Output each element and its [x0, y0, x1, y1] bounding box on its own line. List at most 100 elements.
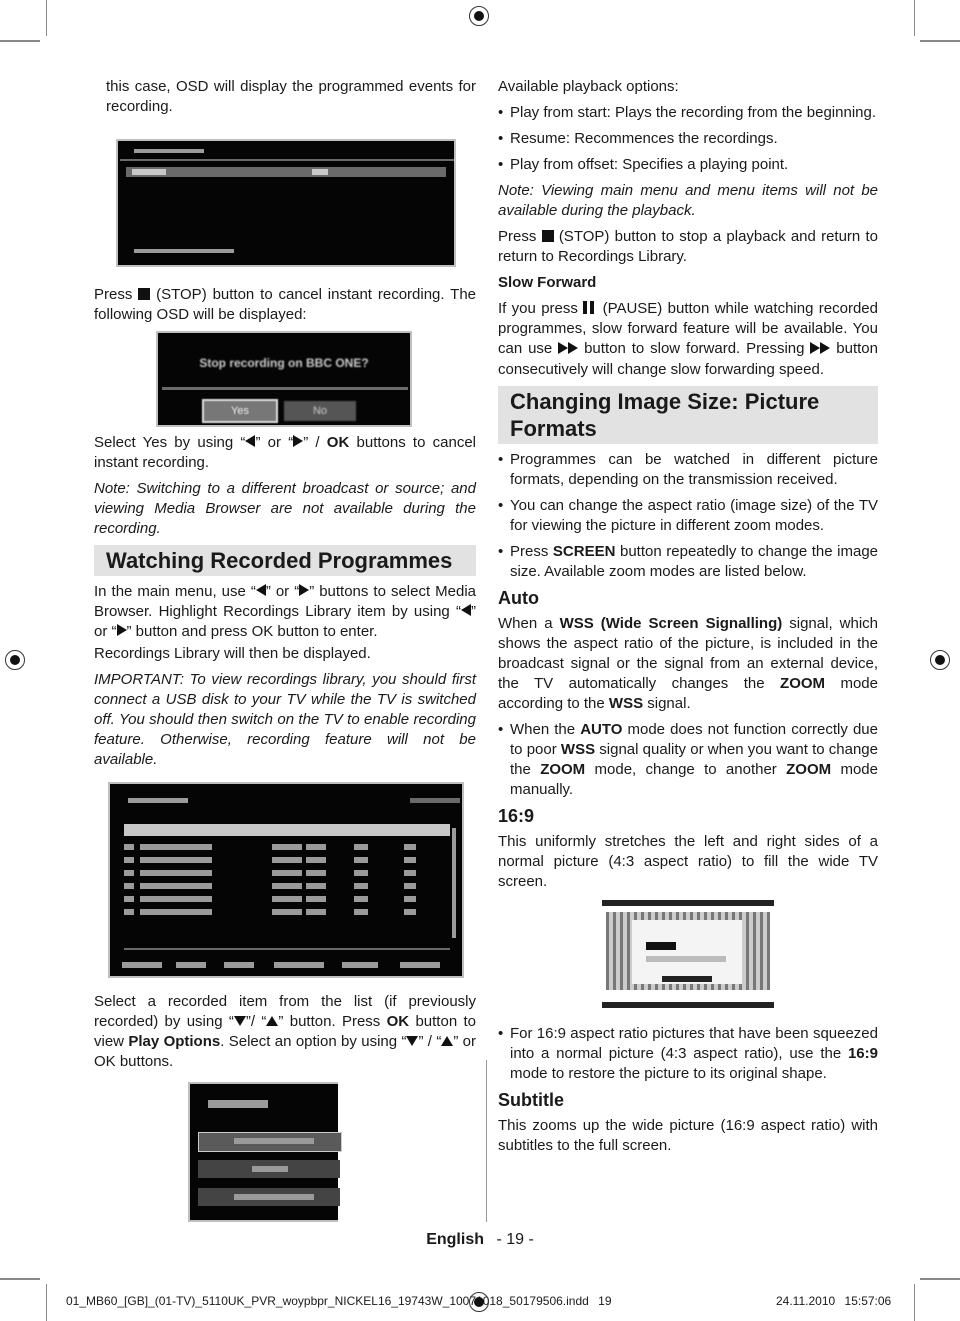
file-name: 01_MB60_[GB]_(01-TV)_5110UK_PVR_woypbpr_…	[66, 1294, 589, 1308]
select-yes-text: Select Yes by using “” or “” / OK button…	[94, 434, 477, 471]
press-stop-text: Press (STOP) button to cancel instant re…	[94, 286, 477, 323]
important-note: IMPORTANT: To view recordings library, y…	[94, 671, 476, 768]
osd-row-bar	[354, 844, 368, 850]
note-switching: Note: Switching to a different broadcast…	[94, 480, 476, 537]
osd-stop-recording-dialog: Stop recording on BBC ONE? Yes No	[156, 331, 412, 427]
stop-icon	[138, 288, 151, 300]
osd-row-bar	[272, 844, 302, 850]
heading-subtitle: Subtitle	[498, 1090, 564, 1110]
bullet-picture-formats: Programmes can be watched in different p…	[498, 450, 878, 490]
crop-mark	[920, 40, 960, 42]
osd-row-bar	[272, 909, 302, 915]
registration-mark-icon	[5, 650, 25, 670]
left-arrow-icon	[255, 584, 266, 596]
osd-row-bar	[404, 857, 416, 863]
language-label: English	[426, 1231, 484, 1248]
bullet-screen-button: Press SCREEN button repeatedly to change…	[498, 542, 878, 582]
bullet-auto-mode: When the AUTO mode does not function cor…	[498, 720, 878, 800]
crop-mark	[914, 0, 915, 36]
osd-row-bar	[124, 909, 134, 915]
heading-16-9: 16:9	[498, 806, 535, 826]
osd-row-bar	[124, 883, 134, 889]
main-menu-text: In the main menu, use “” or “” buttons t…	[94, 583, 476, 640]
down-arrow-icon	[406, 1036, 419, 1046]
osd-no-button: No	[284, 401, 356, 421]
osd-row-bar	[404, 870, 416, 876]
intro-text: this case, OSD will display the programm…	[106, 78, 476, 115]
pause-icon	[583, 301, 588, 314]
osd-row-bar	[272, 857, 302, 863]
osd-row-bar	[354, 857, 368, 863]
heading-auto: Auto	[498, 588, 539, 608]
slug-date: 24.11.2010	[776, 1294, 836, 1308]
bullet-16-9-restore: For 16:9 aspect ratio pictures that have…	[498, 1024, 878, 1084]
bullet-aspect-ratio: You can change the aspect ratio (image s…	[498, 496, 878, 536]
note-viewing-menu: Note: Viewing main menu and menu items w…	[498, 182, 878, 219]
slug-time: 15:57:06	[844, 1294, 892, 1308]
osd-row-bar	[404, 883, 416, 889]
right-column: Available playback options: Play from st…	[498, 77, 878, 1162]
osd-row-bar	[124, 844, 134, 850]
osd-row-bar	[124, 870, 134, 876]
library-displayed-text: Recordings Library will then be displaye…	[94, 645, 371, 662]
osd-row-bar	[404, 844, 416, 850]
osd-row-bar	[306, 844, 326, 850]
heading-slow-forward: Slow Forward	[498, 274, 597, 291]
picture-format-illustration	[602, 900, 774, 1008]
crop-mark	[0, 40, 40, 42]
page-number: - 19 -	[496, 1231, 534, 1248]
slow-forward-text: If you press (PAUSE) button while watchi…	[498, 300, 878, 378]
left-column: this case, OSD will display the programm…	[94, 77, 476, 1222]
auto-text: When a WSS (Wide Screen Signalling) sign…	[498, 615, 878, 712]
subtitle-text: This zooms up the wide picture (16:9 asp…	[498, 1117, 878, 1154]
option-resume: Resume: Recommences the recordings.	[498, 129, 878, 149]
option-play-from-start: Play from start: Plays the recording fro…	[498, 103, 878, 123]
osd-row-bar	[140, 896, 212, 902]
osd-yes-button: Yes	[202, 399, 278, 423]
osd-screenshot-timer-list	[116, 139, 456, 267]
osd-row-bar	[306, 870, 326, 876]
up-arrow-icon	[266, 1016, 279, 1026]
slug-line: 01_MB60_[GB]_(01-TV)_5110UK_PVR_woypbpr_…	[66, 1294, 612, 1308]
fast-forward-icon	[558, 340, 579, 360]
osd-row-bar	[140, 883, 212, 889]
column-divider	[486, 1060, 487, 1222]
osd-row-bar	[272, 883, 302, 889]
crop-mark	[46, 1284, 47, 1321]
osd-row-bar	[306, 909, 326, 915]
osd-row-bar	[354, 883, 368, 889]
crop-mark	[46, 0, 47, 36]
right-arrow-icon	[116, 624, 127, 636]
right-arrow-icon	[299, 584, 310, 596]
stop-icon	[541, 230, 554, 242]
fast-forward-icon	[810, 340, 831, 360]
select-item-text: Select a recorded item from the list (if…	[94, 993, 477, 1070]
osd-row-bar	[354, 870, 368, 876]
registration-mark-icon	[469, 1292, 489, 1312]
option-play-from-offset: Play from offset: Specifies a playing po…	[498, 155, 878, 175]
osd-row-bar	[272, 870, 302, 876]
osd-row-bar	[140, 857, 212, 863]
osd-row-bar	[124, 857, 134, 863]
osd-row-bar	[140, 844, 212, 850]
text-16-9: This uniformly stretches the left and ri…	[498, 833, 878, 890]
osd-row-bar	[404, 896, 416, 902]
crop-mark	[914, 1284, 915, 1321]
osd-row-bar	[306, 896, 326, 902]
osd-play-options	[188, 1082, 342, 1222]
osd-row-bar	[124, 896, 134, 902]
available-options-label: Available playback options:	[498, 78, 679, 95]
registration-mark-icon	[930, 650, 950, 670]
section-heading-watching-recorded: Watching Recorded Programmes	[94, 545, 476, 576]
osd-row-bar	[306, 857, 326, 863]
down-arrow-icon	[233, 1016, 246, 1026]
osd-row-bar	[404, 909, 416, 915]
up-arrow-icon	[441, 1036, 454, 1046]
file-page: 19	[598, 1294, 612, 1308]
left-arrow-icon	[461, 604, 471, 616]
right-arrow-icon	[293, 435, 304, 447]
crop-mark	[0, 1278, 40, 1280]
pause-icon-bar	[590, 301, 595, 314]
osd-row-bar	[306, 883, 326, 889]
osd-row-bar	[140, 909, 212, 915]
